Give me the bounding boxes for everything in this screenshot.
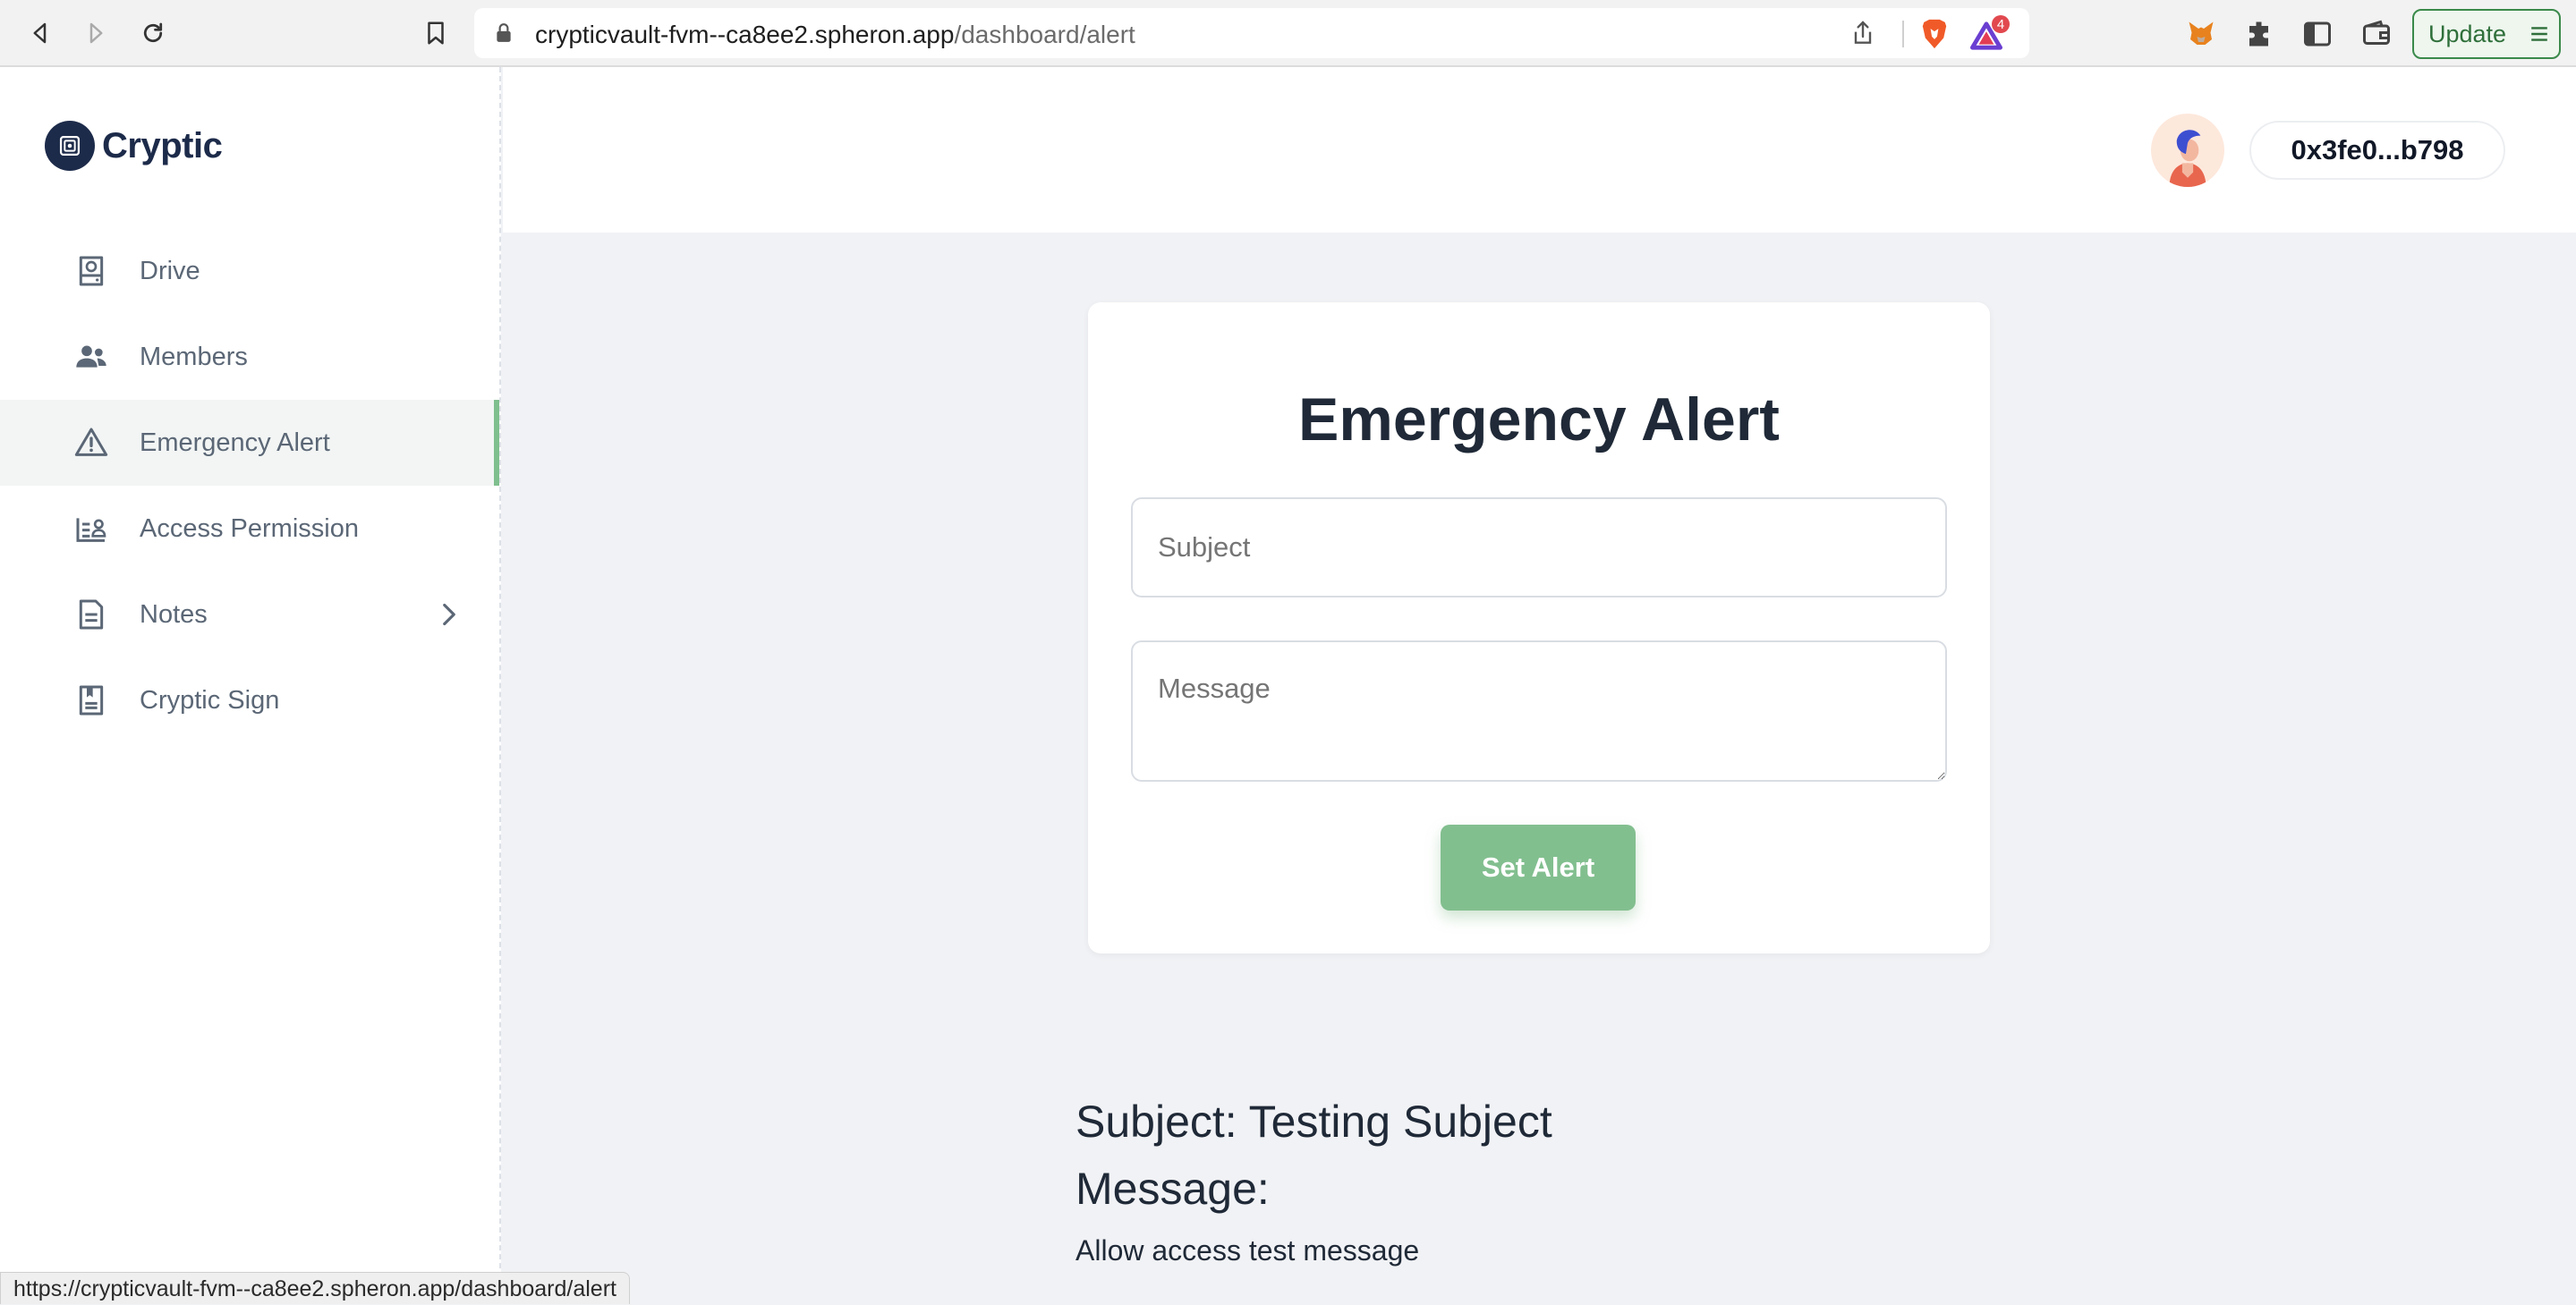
top-header: 0x3fe0...b798 <box>503 67 2576 233</box>
browser-toolbar: crypticvault-fvm--ca8ee2.spheron.app/das… <box>0 0 2576 67</box>
users-icon <box>72 337 111 377</box>
metamask-icon[interactable] <box>2185 18 2217 50</box>
url-divider <box>1902 21 1904 47</box>
url-host: crypticvault-fvm--ca8ee2.spheron.app <box>535 21 955 48</box>
rewards-badge: 4 <box>1992 15 2010 33</box>
sidebar-item-label: Access Permission <box>140 513 359 543</box>
url-path: /dashboard/alert <box>954 21 1135 48</box>
user-avatar-icon <box>2169 130 2206 187</box>
status-bar-url: https://crypticvault-fvm--ca8ee2.spheron… <box>0 1272 630 1304</box>
logo-text: Cryptic <box>102 125 223 165</box>
url-text: crypticvault-fvm--ca8ee2.spheron.app/das… <box>535 21 1135 49</box>
sidebar-item-access-permission[interactable]: Access Permission <box>0 486 499 572</box>
logo-icon <box>45 121 95 171</box>
update-button[interactable]: Update <box>2412 9 2561 59</box>
subject-input[interactable] <box>1131 497 1947 597</box>
back-button[interactable] <box>21 14 59 52</box>
book-icon <box>72 681 111 720</box>
message-textarea[interactable] <box>1131 640 1947 782</box>
sidebar: Cryptic Drive Members Emergency Alert Ac… <box>0 67 501 1304</box>
warning-icon <box>72 423 111 462</box>
app-logo[interactable]: Cryptic <box>45 121 223 171</box>
bookmark-button[interactable] <box>417 14 455 52</box>
lock-icon <box>497 23 511 42</box>
address-bar[interactable]: crypticvault-fvm--ca8ee2.spheron.app/das… <box>474 8 2029 58</box>
forward-icon <box>89 22 103 44</box>
reload-button[interactable] <box>134 14 172 52</box>
share-icon[interactable] <box>1849 19 1877 47</box>
sidebar-menu: Drive Members Emergency Alert Access Per… <box>0 228 499 743</box>
emergency-alert-card: Emergency Alert Set Alert <box>1088 302 1990 953</box>
update-label: Update <box>2428 20 2507 47</box>
sidebar-item-notes[interactable]: Notes <box>0 572 499 657</box>
page-title: Emergency Alert <box>1298 386 1780 453</box>
alert-message-label: Message: <box>1075 1164 1270 1214</box>
sidebar-item-label: Drive <box>140 256 200 285</box>
chevron-right-icon[interactable] <box>438 602 460 627</box>
sidebar-item-label: Members <box>140 342 248 371</box>
brave-shields-icon[interactable] <box>1918 17 1951 51</box>
avatar[interactable] <box>2151 114 2224 187</box>
sidebar-item-cryptic-sign[interactable]: Cryptic Sign <box>0 657 499 743</box>
sidebar-item-drive[interactable]: Drive <box>0 228 499 314</box>
sidebar-item-label: Notes <box>140 599 208 629</box>
alert-subject-text: Subject: Testing Subject <box>1075 1097 1552 1147</box>
alert-message-text: Allow access test message <box>1075 1234 1420 1267</box>
menu-icon <box>2531 27 2547 41</box>
drive-icon <box>72 251 111 291</box>
reload-icon <box>143 22 163 43</box>
wallet-icon[interactable] <box>2360 18 2393 50</box>
document-icon <box>72 595 111 634</box>
id-card-icon <box>72 509 111 548</box>
sidebar-item-emergency-alert[interactable]: Emergency Alert <box>0 400 499 486</box>
sidebar-item-members[interactable]: Members <box>0 314 499 400</box>
set-alert-button[interactable]: Set Alert <box>1441 825 1636 911</box>
sidebar-item-label: Emergency Alert <box>140 428 330 457</box>
extensions-icon[interactable] <box>2244 18 2276 50</box>
sidebar-item-label: Cryptic Sign <box>140 685 280 715</box>
sidebar-toggle-icon[interactable] <box>2301 18 2334 50</box>
forward-button[interactable] <box>77 14 115 52</box>
brave-rewards-icon[interactable]: 4 <box>1970 15 2013 51</box>
bookmark-icon <box>428 21 444 45</box>
wallet-address-button[interactable]: 0x3fe0...b798 <box>2249 121 2505 180</box>
back-icon <box>33 22 47 44</box>
